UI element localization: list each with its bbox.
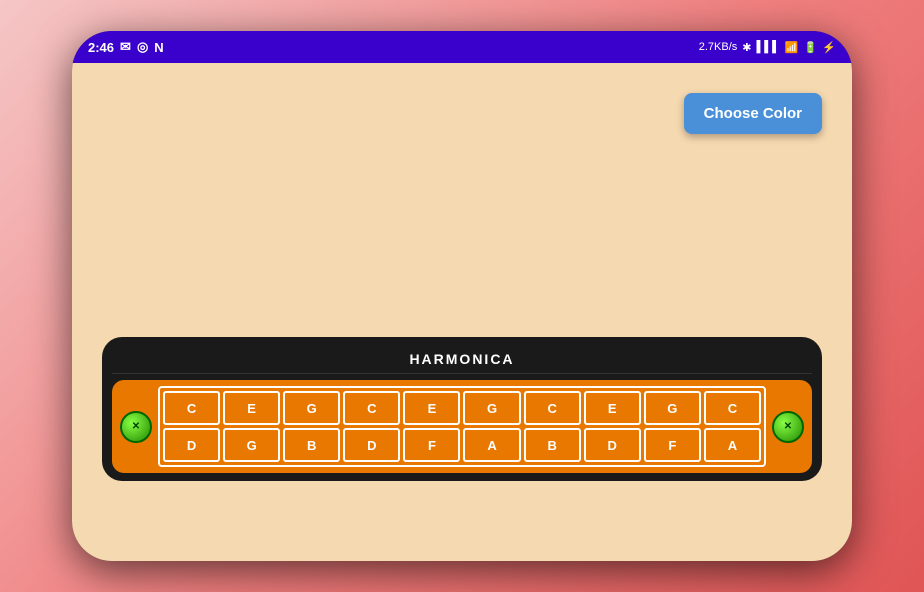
notification-icon: N	[154, 40, 163, 55]
choose-color-button[interactable]: Choose Color	[684, 93, 822, 134]
wifi-icon: 📶	[785, 41, 799, 54]
key-d3[interactable]: D	[584, 428, 641, 462]
harmonica-title: HARMONICA	[112, 345, 812, 374]
phone-device: 2:46 ✉ ◎ N 2.7KB/s ✱ ▌▌▌ 📶 🔋 ⚡ Choose Co…	[72, 31, 852, 561]
key-e3[interactable]: E	[584, 391, 641, 425]
status-bar: 2:46 ✉ ◎ N 2.7KB/s ✱ ▌▌▌ 📶 🔋 ⚡	[72, 31, 852, 63]
key-e2[interactable]: E	[403, 391, 460, 425]
key-e1[interactable]: E	[223, 391, 280, 425]
key-c4[interactable]: C	[704, 391, 761, 425]
key-g4[interactable]: G	[223, 428, 280, 462]
key-f2[interactable]: F	[644, 428, 701, 462]
charging-icon: ⚡	[822, 41, 836, 54]
key-g1[interactable]: G	[283, 391, 340, 425]
signal-icon: ▌▌▌	[757, 41, 780, 53]
key-b1[interactable]: B	[283, 428, 340, 462]
harmonica-body: C E G C E G C E G C D G B D F A	[112, 380, 812, 473]
key-c2[interactable]: C	[343, 391, 400, 425]
key-f1[interactable]: F	[403, 428, 460, 462]
key-d1[interactable]: D	[163, 428, 220, 462]
status-right: 2.7KB/s ✱ ▌▌▌ 📶 🔋 ⚡	[699, 41, 836, 54]
speed-indicator: 2.7KB/s	[699, 41, 738, 53]
harmonica-container: HARMONICA C E G C E G C E G C D	[102, 337, 822, 481]
key-g2[interactable]: G	[463, 391, 520, 425]
key-d2[interactable]: D	[343, 428, 400, 462]
key-a1[interactable]: A	[463, 428, 520, 462]
left-knob[interactable]	[120, 411, 152, 443]
mail-icon: ✉	[120, 39, 131, 55]
keys-grid: C E G C E G C E G C D G B D F A	[158, 386, 766, 467]
key-c3[interactable]: C	[524, 391, 581, 425]
status-left: 2:46 ✉ ◎ N	[88, 39, 164, 55]
right-knob[interactable]	[772, 411, 804, 443]
status-time: 2:46	[88, 40, 114, 55]
battery-icon: 🔋	[804, 41, 818, 54]
key-b2[interactable]: B	[524, 428, 581, 462]
key-a2[interactable]: A	[704, 428, 761, 462]
bluetooth-icon: ✱	[742, 41, 751, 54]
key-c1[interactable]: C	[163, 391, 220, 425]
key-g3[interactable]: G	[644, 391, 701, 425]
screen-content: Choose Color HARMONICA C E G C E G C E G…	[72, 63, 852, 561]
instagram-icon: ◎	[137, 39, 148, 55]
